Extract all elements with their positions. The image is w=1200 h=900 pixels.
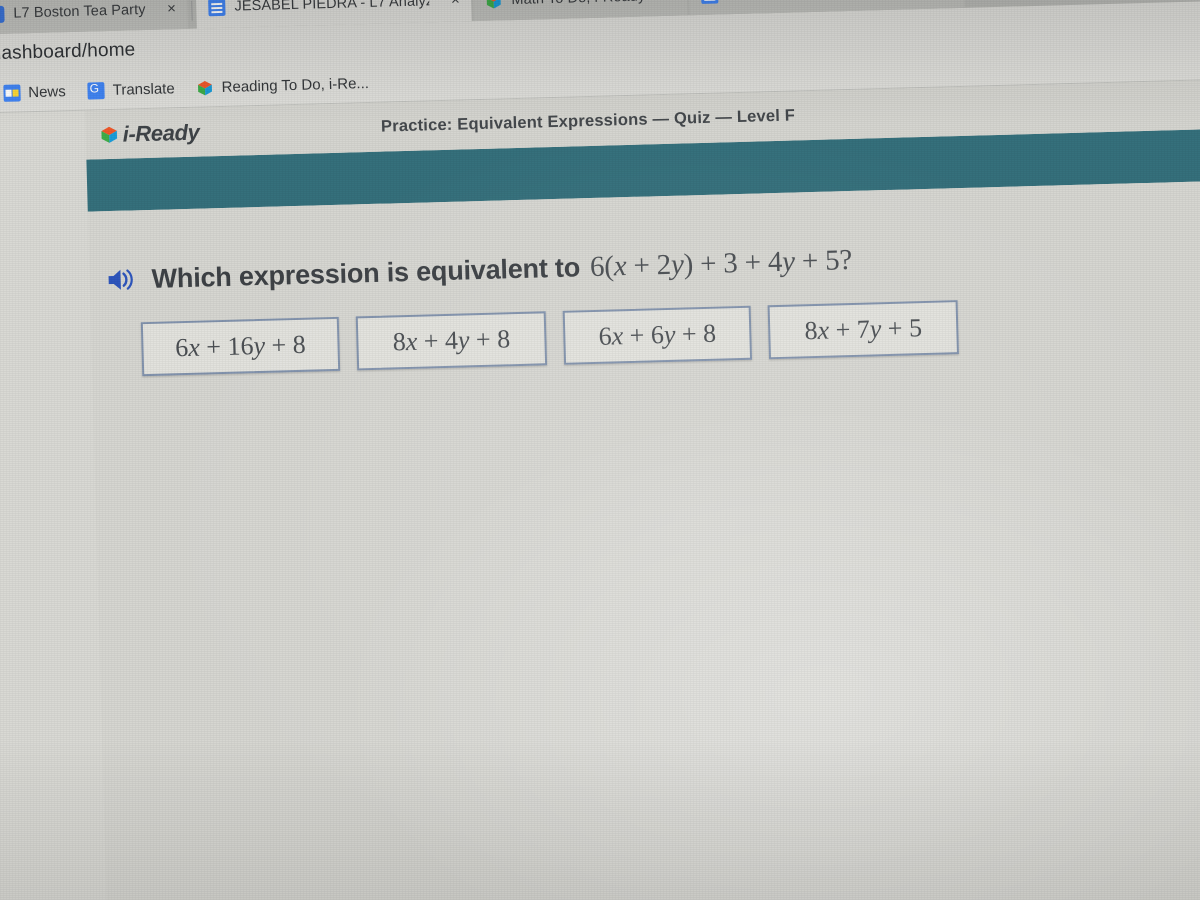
iready-cube-icon (196, 79, 213, 96)
browser-tab-title: Math To Do, i-Ready (511, 0, 645, 8)
answer-choice-text: 6x + 16y + 8 (174, 329, 307, 363)
google-docs-icon (208, 0, 226, 16)
close-icon[interactable]: × (661, 0, 682, 6)
bookmark-item-translate[interactable]: Translate (87, 79, 175, 100)
photo-of-screen: L7 Boston Tea Party × JESABEL PIEDRA - L… (0, 0, 1200, 900)
bookmark-label: Reading To Do, i-Re... (221, 74, 370, 96)
question-content-area: Which expression is equivalent to 6(x + 2… (87, 180, 1200, 900)
url-text: /student/dashboard/home (0, 39, 136, 67)
answer-choice-b[interactable]: 8x + 4y + 8 (355, 311, 548, 371)
bookmark-item-news[interactable]: News (3, 83, 66, 102)
browser-tab-title: JESABEL PIEDRA - L7 Analyzing T (234, 0, 430, 15)
answer-choice-text: 8x + 7y + 5 (804, 313, 923, 346)
iready-application: i-Ready Practice: Equivalent Expressions… (85, 79, 1200, 900)
question-expression: 6(x + 2y) + 3 + 4y + 5? (589, 243, 853, 283)
question-row: Which expression is equivalent to 6(x + 2… (89, 232, 1200, 298)
close-icon[interactable]: × (161, 0, 182, 20)
browser-window: L7 Boston Tea Party × JESABEL PIEDRA - L… (0, 0, 1200, 900)
question-prompt: Which expression is equivalent to (151, 251, 581, 294)
question-text: Which expression is equivalent to 6(x + 2… (151, 243, 852, 295)
answer-choice-a[interactable]: 6x + 16y + 8 (140, 316, 341, 377)
bookmark-label: News (28, 82, 66, 101)
answer-choices: 6x + 16y + 8 8x + 4y + 8 6x + 6y + 8 8x … (91, 292, 1200, 377)
tab-divider (191, 0, 193, 21)
bookmark-label: Translate (112, 79, 175, 99)
answer-choice-text: 6x + 6y + 8 (598, 318, 717, 351)
iready-cube-icon (485, 0, 502, 9)
close-icon[interactable]: × (445, 0, 466, 11)
news-icon (3, 83, 21, 102)
speaker-icon[interactable] (103, 262, 138, 297)
answer-choice-c[interactable]: 6x + 6y + 8 (562, 305, 753, 365)
browser-tab-title: JESABEL PIEDRA - Frederick Dou (727, 0, 922, 2)
translate-icon (87, 81, 105, 100)
answer-choice-d[interactable]: 8x + 7y + 5 (767, 300, 959, 360)
browser-tab-0[interactable]: L7 Boston Tea Party × (0, 0, 189, 35)
bookmark-item-reading-todo[interactable]: Reading To Do, i-Re... (196, 74, 369, 96)
browser-tab-title: L7 Boston Tea Party (13, 1, 146, 22)
new-tab-button[interactable]: + (981, 0, 1012, 2)
contacts-icon (0, 5, 5, 23)
google-docs-icon (700, 0, 719, 4)
answer-choice-text: 8x + 4y + 8 (392, 324, 511, 357)
